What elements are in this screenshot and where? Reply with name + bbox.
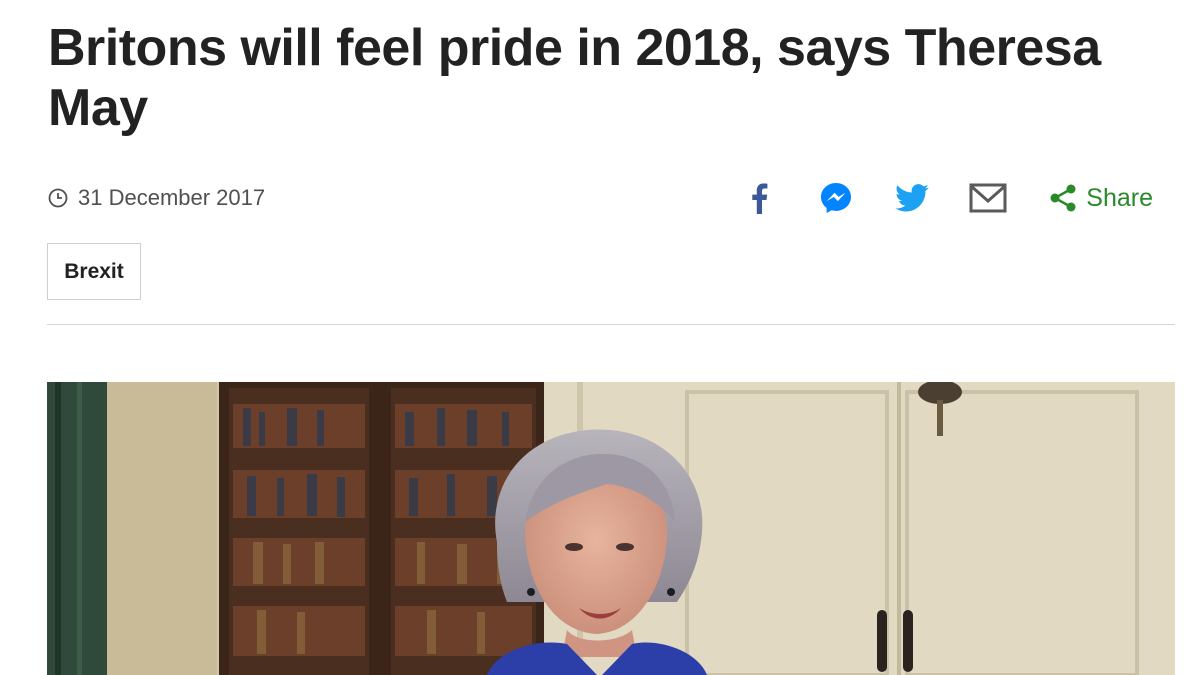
messenger-share-button[interactable]	[814, 176, 858, 220]
date-text: 31 December 2017	[78, 185, 266, 210]
twitter-share-button[interactable]	[890, 176, 934, 220]
clock-icon	[48, 188, 68, 208]
share-tools: Share	[737, 176, 1153, 220]
tag-link[interactable]: Brexit	[47, 243, 141, 300]
video-player[interactable]	[47, 382, 1175, 675]
article-meta: 31 December 2017 Share	[48, 176, 1153, 220]
twitter-icon	[895, 184, 930, 212]
divider	[47, 324, 1175, 325]
page-title: Britons will feel pride in 2018, says Th…	[48, 19, 1101, 137]
share-label: Share	[1086, 183, 1153, 212]
messenger-icon	[821, 183, 852, 213]
facebook-icon	[752, 183, 768, 214]
article: Britons will feel pride in 2018, says Th…	[0, 0, 1200, 675]
email-share-button[interactable]	[966, 176, 1010, 220]
video-still-image	[47, 382, 1175, 675]
timestamp: 31 December 2017	[48, 184, 265, 212]
share-icon	[1050, 184, 1076, 212]
email-icon	[969, 183, 1007, 213]
facebook-share-button[interactable]	[737, 176, 781, 220]
share-button[interactable]: Share	[1048, 176, 1153, 220]
